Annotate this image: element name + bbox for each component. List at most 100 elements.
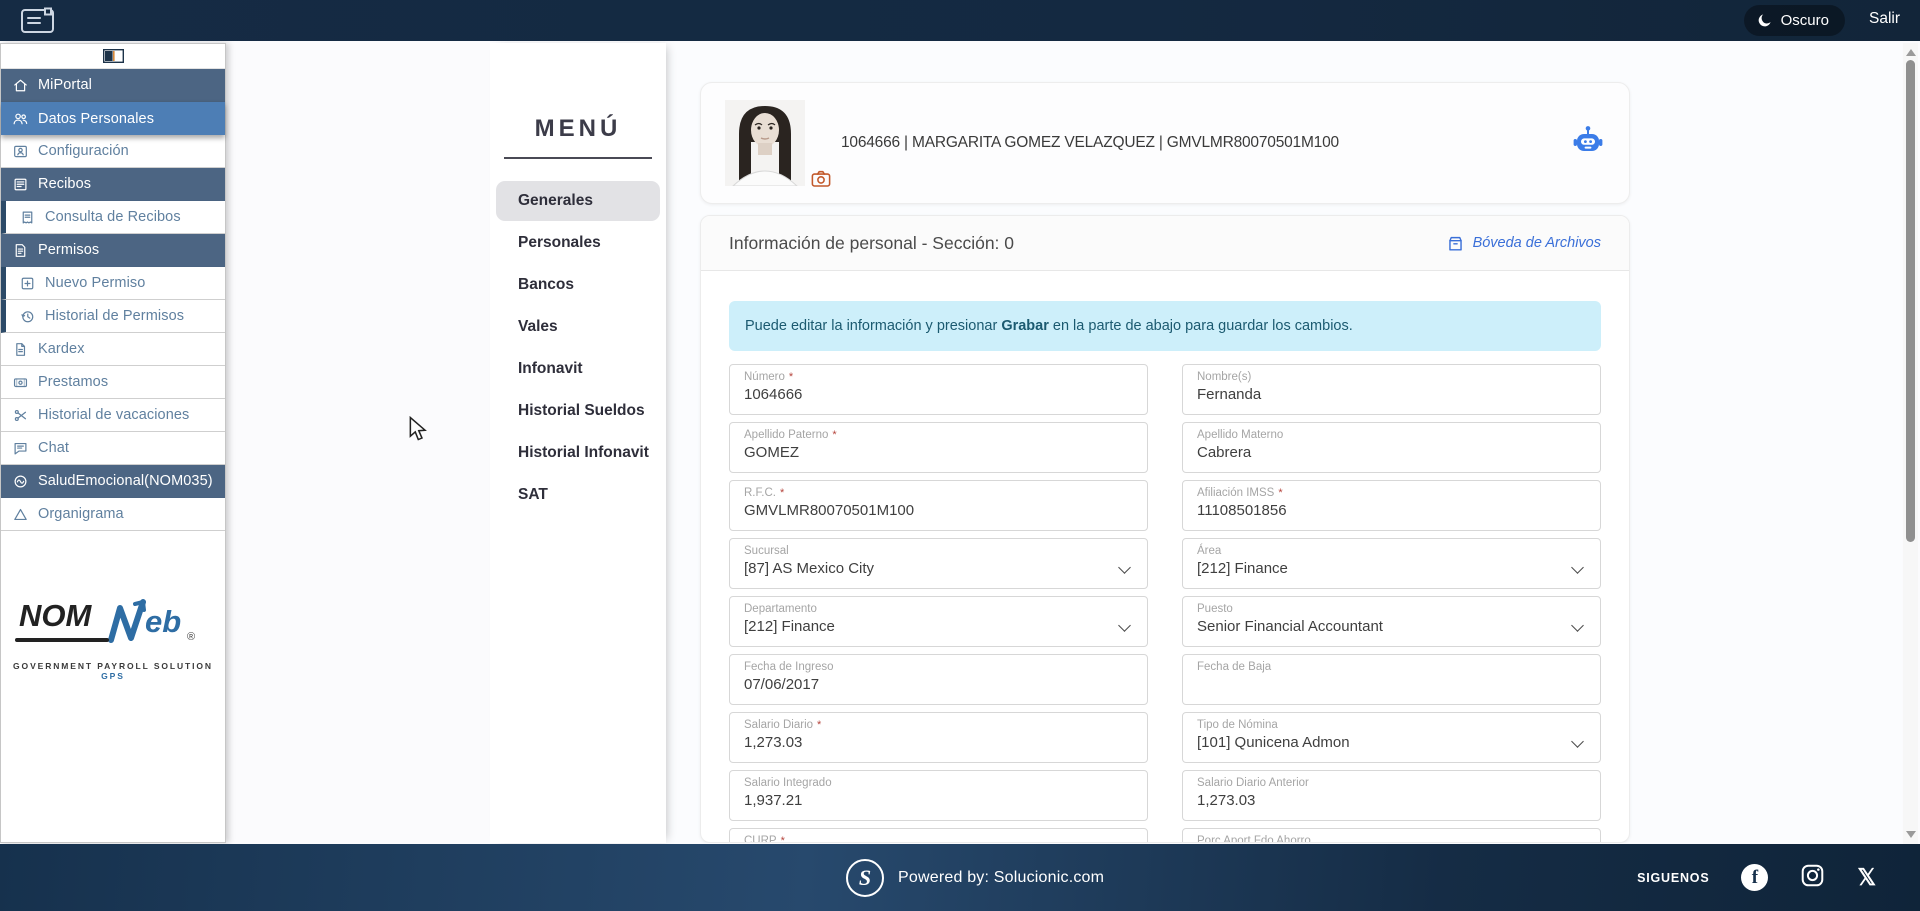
required-asterisk: * [1278,487,1282,499]
menu-item[interactable]: Vales [496,307,660,347]
form-field[interactable]: R.F.C.* GMVLMR80070501M100 [729,480,1148,531]
field-value: [87] AS Mexico City [744,560,1133,578]
sidebar-item[interactable]: Organigrama [1,498,225,531]
sidebar-item[interactable]: Datos Personales [1,102,225,135]
form-field[interactable]: Área* [212] Finance [1182,538,1601,589]
field-value: 1,937.21 [744,792,1133,810]
field-label: Salario Diario [744,719,813,731]
field-value: 1,273.03 [1197,792,1586,810]
form-field[interactable]: Salario Integrado* 1,937.21 [729,770,1148,821]
sidebar-item-label: Kardex [38,341,85,357]
powered-by-text: Powered by: Solucionic.com [898,869,1104,887]
form-field[interactable]: Nombre(s)* Fernanda [1182,364,1601,415]
field-value [1197,676,1586,694]
field-label: Porc Aport Fdo Ahorro [1197,835,1311,843]
scrollbar-thumb[interactable] [1906,60,1915,542]
vault-link[interactable]: Bóveda de Archivos [1446,234,1601,253]
card-title: Información de personal - Sección: 0 [729,233,1014,254]
menu-item[interactable]: Infonavit [496,349,660,389]
facebook-icon[interactable]: f [1741,864,1768,891]
field-label: R.F.C. [744,487,776,499]
assistant-robot-button[interactable] [1573,125,1603,162]
file-icon [12,341,29,358]
field-label: Afiliación IMSS [1197,487,1274,499]
x-twitter-icon[interactable]: 𝕏 [1857,864,1876,891]
sidebar-item[interactable]: Kardex [1,333,225,366]
panel-toggle-icon [103,49,124,63]
form-field[interactable]: Sucursal* [87] AS Mexico City [729,538,1148,589]
field-value: GOMEZ [744,444,1133,462]
scroll-up-arrow[interactable] [1906,49,1916,56]
sidebar-item[interactable]: Prestamos [1,366,225,399]
field-label: Área [1197,545,1221,557]
field-label: Departamento [744,603,817,615]
page-scrollbar[interactable] [1903,43,1918,844]
menu-item[interactable]: Bancos [496,265,660,305]
sidebar-item[interactable]: Nuevo Permiso [1,267,225,300]
form-field[interactable]: Afiliación IMSS * 11108501856 [1182,480,1601,531]
sidebar-item-label: Permisos [38,242,99,258]
menu-item-label: Personales [518,234,601,252]
scroll-down-arrow[interactable] [1906,831,1916,838]
form-field[interactable]: Departamento* [212] Finance [729,596,1148,647]
solucionic-logo: S [846,859,884,897]
form-field[interactable]: Tipo de Nómina* [101] Qunicena Admon [1182,712,1601,763]
sidebar-item-label: Nuevo Permiso [45,275,145,291]
history-icon [19,308,36,325]
menu-item[interactable]: SAT [496,475,660,515]
window-menu-icon[interactable] [20,7,56,34]
menu-item[interactable]: Personales [496,223,660,263]
robot-icon [1573,125,1603,157]
dark-mode-label: Oscuro [1781,12,1829,29]
form-field[interactable]: Apellido Materno* Cabrera [1182,422,1601,473]
menu-item[interactable]: Historial Sueldos [496,391,660,431]
sidebar-item[interactable]: Permisos [1,234,225,267]
form-field[interactable]: Número* 1064666 [729,364,1148,415]
wellness-icon [12,473,29,490]
sidebar-item[interactable]: Recibos [1,168,225,201]
sidebar-item[interactable]: Historial de Permisos [1,300,225,333]
dark-mode-toggle[interactable]: Oscuro [1744,5,1845,36]
form-field[interactable]: Salario Diario Anterior* 1,273.03 [1182,770,1601,821]
mouse-cursor [406,416,430,442]
field-value: Cabrera [1197,444,1586,462]
sidebar-item[interactable]: MiPortal [1,69,225,102]
document-icon [12,242,29,259]
form-field[interactable]: Porc Aport Fdo Ahorro* [1182,828,1601,843]
sidebar-item[interactable]: Historial de vacaciones [1,399,225,432]
sidebar-item[interactable]: SaludEmocional(NOM035) [1,465,225,498]
employee-header-card: 1064666 | MARGARITA GOMEZ VELAZQUEZ | GM… [700,82,1630,204]
field-label: Salario Integrado [744,777,832,789]
required-asterisk: * [832,429,836,441]
employee-form: Número* 1064666 Nombre(s)* Fernanda Apel [701,364,1629,843]
form-field[interactable]: Puesto* Senior Financial Accountant [1182,596,1601,647]
menu-divider [504,157,652,159]
form-field[interactable]: Salario Diario* 1,273.03 [729,712,1148,763]
form-field[interactable]: Fecha de Ingreso* 07/06/2017 [729,654,1148,705]
personal-info-card: Información de personal - Sección: 0 Bóv… [700,215,1630,843]
form-field[interactable]: Apellido Paterno * GOMEZ [729,422,1148,473]
required-asterisk: * [817,719,821,731]
logout-button[interactable]: Salir [1869,10,1900,28]
field-label: Puesto [1197,603,1233,615]
menu-list: Generales Personales Bancos Vales Infona… [490,181,666,515]
sidebar-item[interactable]: Chat [1,432,225,465]
camera-icon [809,168,833,190]
sidebar-item[interactable]: Consulta de Recibos [1,201,225,234]
form-field[interactable]: CURP* [729,828,1148,843]
menu-item[interactable]: Historial Infonavit [496,433,660,473]
menu-item-label: Historial Sueldos [518,402,645,420]
menu-item-label: Generales [518,192,593,210]
sidebar-collapse-button[interactable] [1,44,225,69]
gps-accent: GPS [101,671,125,681]
sidebar-item[interactable]: Configuración [1,135,225,168]
menu-item[interactable]: Generales [496,181,660,221]
field-value: 11108501856 [1197,502,1586,520]
field-label: Apellido Paterno [744,429,828,441]
form-field[interactable]: Fecha de Baja* [1182,654,1601,705]
instagram-icon[interactable] [1800,863,1825,893]
menu-title: MENÚ [490,115,666,143]
change-photo-button[interactable] [809,168,833,190]
sidebar-item-label: Chat [38,440,69,456]
sidebar-item-label: Prestamos [38,374,108,390]
